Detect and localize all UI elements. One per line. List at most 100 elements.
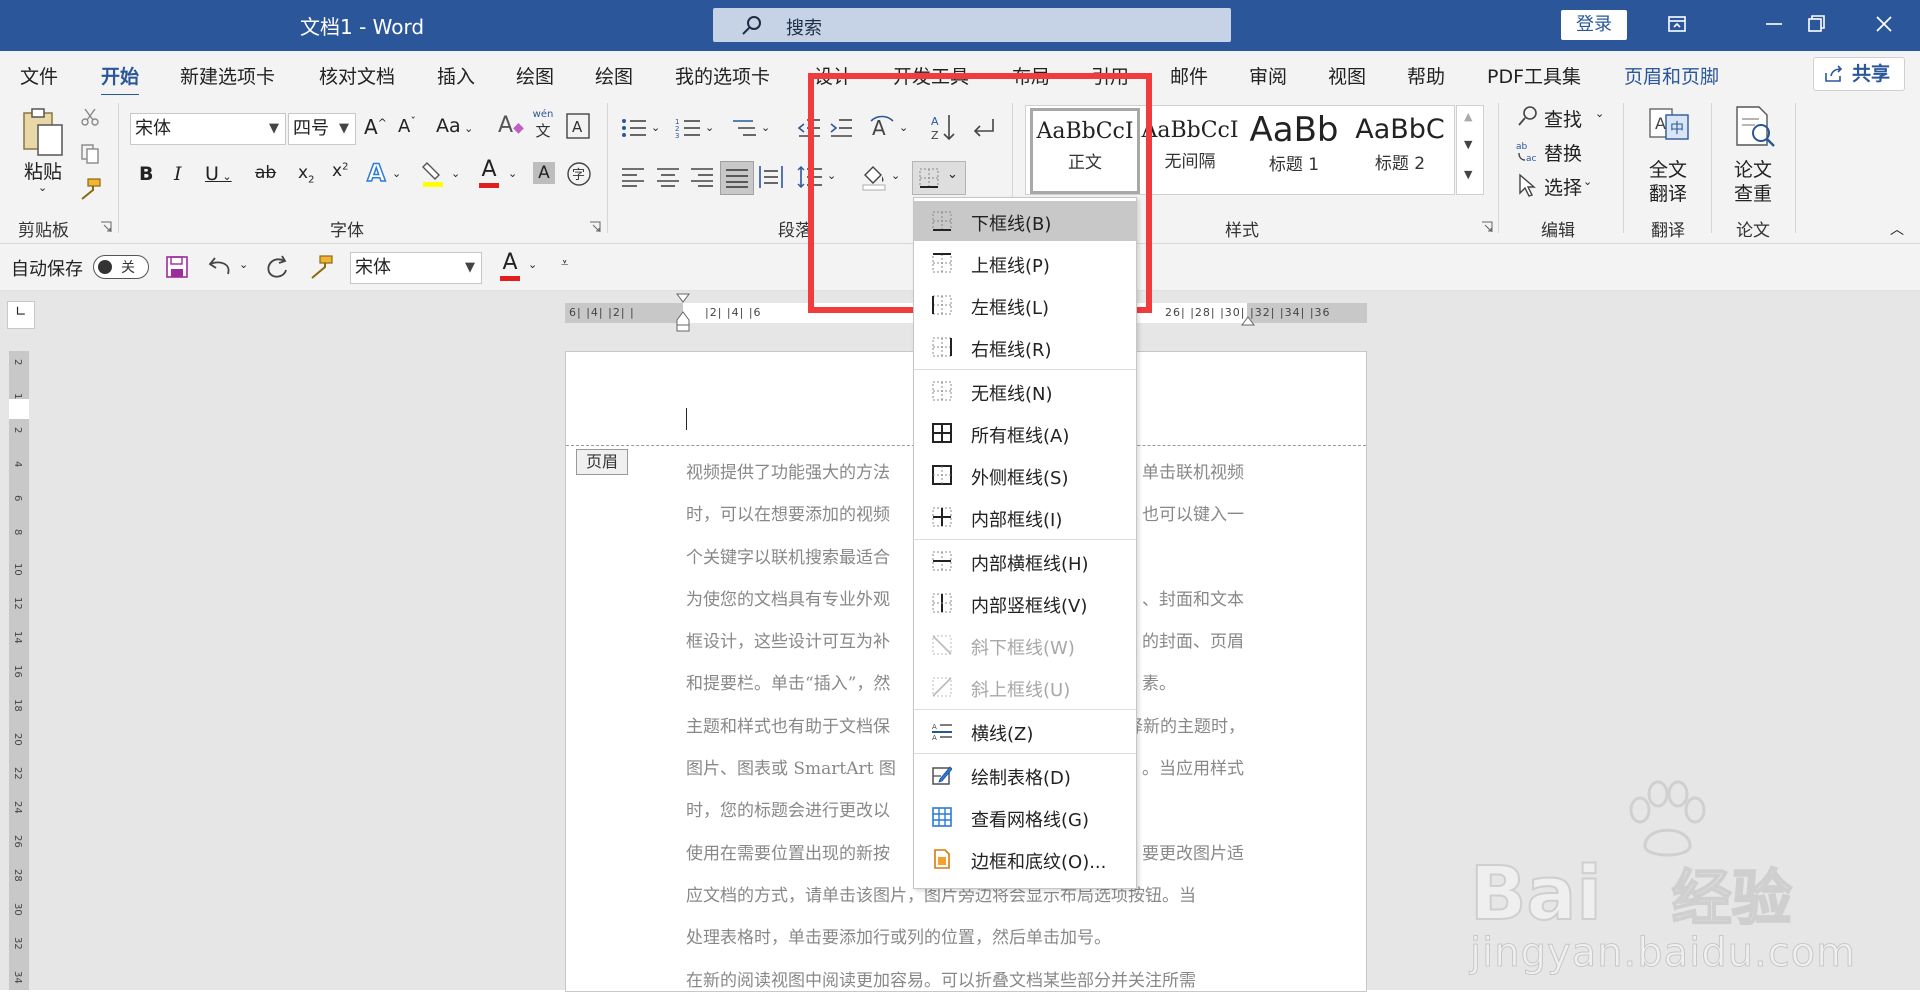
clipboard-launcher-icon[interactable] — [100, 221, 112, 233]
change-case-icon[interactable]: Aa ⌄ — [436, 115, 473, 137]
chevron-down-icon[interactable]: ⌄ — [392, 167, 401, 180]
copy-icon[interactable] — [80, 143, 100, 165]
save-icon[interactable] — [166, 256, 188, 278]
tab-mailings[interactable]: 邮件 — [1170, 62, 1208, 89]
style-no-spacing[interactable]: AaBbCcI 无间隔 — [1138, 110, 1242, 190]
tab-new-tab[interactable]: 新建选项卡 — [180, 62, 275, 89]
menu-item-horizontal-line[interactable]: AA 横线(Z) — [914, 711, 1136, 751]
qat-font-combo[interactable]: 宋体 ▼ — [350, 252, 482, 284]
login-button[interactable]: 登录 — [1561, 10, 1627, 40]
scroll-up-icon[interactable]: ▲ — [1464, 110, 1472, 123]
tab-proofread[interactable]: 核对文档 — [319, 62, 395, 89]
indent-marker-icon[interactable] — [676, 293, 690, 333]
clear-formatting-icon[interactable]: A◆ — [498, 113, 524, 138]
font-name-combo[interactable]: 宋体 ▼ — [130, 113, 286, 145]
close-icon[interactable] — [1870, 10, 1898, 38]
menu-item-outside-borders[interactable]: 外侧框线(S) — [914, 455, 1136, 495]
tab-view[interactable]: 视图 — [1328, 62, 1366, 89]
format-painter-icon[interactable] — [308, 254, 334, 280]
cut-icon[interactable] — [80, 107, 100, 127]
replace-label[interactable]: 替换 — [1544, 139, 1582, 166]
character-border-icon[interactable]: A — [566, 113, 590, 139]
styles-launcher-icon[interactable] — [1481, 221, 1493, 233]
chevron-down-icon[interactable]: ⌄ — [528, 258, 537, 271]
align-left-icon[interactable] — [621, 167, 645, 187]
distributed-icon[interactable] — [758, 165, 784, 189]
paper-label-1[interactable]: 论文 — [1734, 155, 1772, 182]
qat-font-color-icon[interactable]: A — [498, 250, 522, 282]
character-shading-icon[interactable]: A — [533, 162, 555, 184]
numbering-icon[interactable]: 123 — [675, 117, 701, 139]
menu-item-borders-and-shading[interactable]: 边框和底纹(O)... — [914, 839, 1136, 879]
underline-icon[interactable]: U ⌄ — [205, 163, 232, 185]
redo-icon[interactable] — [264, 254, 290, 280]
chevron-down-icon[interactable]: ⌄ — [1595, 107, 1604, 120]
tab-insert[interactable]: 插入 — [437, 62, 475, 89]
more-styles-icon[interactable]: ▼ — [1464, 168, 1472, 181]
tab-header-footer[interactable]: 页眉和页脚 — [1624, 62, 1719, 89]
italic-icon[interactable]: I — [174, 163, 182, 185]
translate-icon[interactable]: A中 — [1646, 105, 1690, 147]
menu-item-top-border[interactable]: 上框线(P) — [914, 243, 1136, 283]
select-label[interactable]: 选择 — [1544, 173, 1582, 200]
paste-label[interactable]: 粘贴 — [24, 157, 62, 184]
share-button[interactable]: 共享 — [1813, 57, 1905, 91]
scroll-down-icon[interactable]: ▼ — [1464, 138, 1472, 151]
vertical-ruler[interactable]: 2 1 2 4 6 8 10 12 14 16 18 20 22 24 26 28 30 32 34 — [9, 351, 29, 990]
style-heading-2[interactable]: AaBbC 标题 2 — [1348, 110, 1452, 190]
bold-icon[interactable]: B — [139, 163, 153, 185]
chevron-down-icon[interactable]: ⌄ — [761, 121, 770, 134]
chevron-down-icon[interactable]: ⌄ — [651, 121, 660, 134]
font-color-icon[interactable]: A — [477, 157, 501, 189]
bullets-icon[interactable] — [621, 117, 647, 139]
font-size-combo[interactable]: 四号 ▼ — [288, 113, 356, 145]
paper-check-icon[interactable] — [1731, 105, 1777, 149]
tab-pdf-tools[interactable]: PDF工具集 — [1487, 62, 1581, 89]
autosave-toggle[interactable]: 关 — [93, 255, 149, 279]
subscript-icon[interactable]: x2 — [298, 163, 314, 185]
menu-item-bottom-border[interactable]: 下框线(B) — [914, 201, 1136, 241]
enclose-characters-icon[interactable]: 字 — [566, 161, 592, 187]
tab-file[interactable]: 文件 — [20, 62, 58, 89]
tab-help[interactable]: 帮助 — [1407, 62, 1445, 89]
paste-dropdown-icon[interactable]: ⌄ — [38, 181, 47, 194]
right-indent-marker-icon[interactable] — [1241, 313, 1255, 327]
tab-home[interactable]: 开始 — [101, 62, 140, 97]
grow-font-icon[interactable]: A^ — [364, 115, 387, 139]
menu-item-view-gridlines[interactable]: 查看网格线(G) — [914, 797, 1136, 837]
tab-review[interactable]: 审阅 — [1249, 62, 1287, 89]
style-heading-1[interactable]: AaBb 标题 1 — [1242, 110, 1346, 190]
phonetic-guide-icon[interactable]: wén 文 — [532, 109, 554, 143]
tab-my-tab[interactable]: 我的选项卡 — [675, 62, 770, 89]
undo-icon[interactable] — [207, 254, 233, 280]
text-effects-icon[interactable]: A — [366, 158, 386, 188]
tab-stop-selector[interactable]: ∟ — [7, 301, 35, 329]
align-center-icon[interactable] — [656, 167, 680, 187]
strikethrough-icon[interactable]: ab — [255, 163, 276, 183]
superscript-icon[interactable]: x2 — [332, 161, 348, 181]
find-label[interactable]: 查找 — [1544, 105, 1582, 132]
replace-icon[interactable]: ab ac — [1515, 139, 1539, 163]
menu-item-inside-vertical-border[interactable]: 内部竖框线(V) — [914, 583, 1136, 623]
search-box[interactable]: 搜索 — [713, 8, 1231, 42]
customize-qat-icon[interactable]: ⩡ — [561, 256, 568, 271]
find-icon[interactable] — [1517, 105, 1539, 127]
multilevel-list-icon[interactable] — [731, 117, 757, 139]
restore-icon[interactable] — [1802, 10, 1830, 38]
font-launcher-icon[interactable] — [589, 221, 601, 233]
chevron-down-icon[interactable]: ⌄ — [705, 121, 714, 134]
tab-draw-1[interactable]: 绘图 — [516, 62, 554, 89]
translate-label-1[interactable]: 全文 — [1649, 155, 1687, 182]
menu-item-all-borders[interactable]: 所有框线(A) — [914, 413, 1136, 453]
shrink-font-icon[interactable]: Aˇ — [398, 115, 416, 137]
menu-item-inside-borders[interactable]: 内部框线(I) — [914, 497, 1136, 537]
chevron-down-icon[interactable]: ⌄ — [451, 167, 460, 180]
minimize-icon[interactable] — [1760, 10, 1788, 38]
paper-label-2[interactable]: 查重 — [1734, 179, 1772, 206]
menu-item-draw-table[interactable]: 绘制表格(D) — [914, 755, 1136, 795]
tab-draw-2[interactable]: 绘图 — [595, 62, 633, 89]
collapse-ribbon-icon[interactable]: ︿ — [1890, 219, 1904, 239]
chevron-down-icon[interactable]: ⌄ — [239, 258, 248, 271]
menu-item-no-border[interactable]: 无框线(N) — [914, 371, 1136, 411]
chevron-down-icon[interactable]: ⌄ — [1583, 175, 1592, 188]
